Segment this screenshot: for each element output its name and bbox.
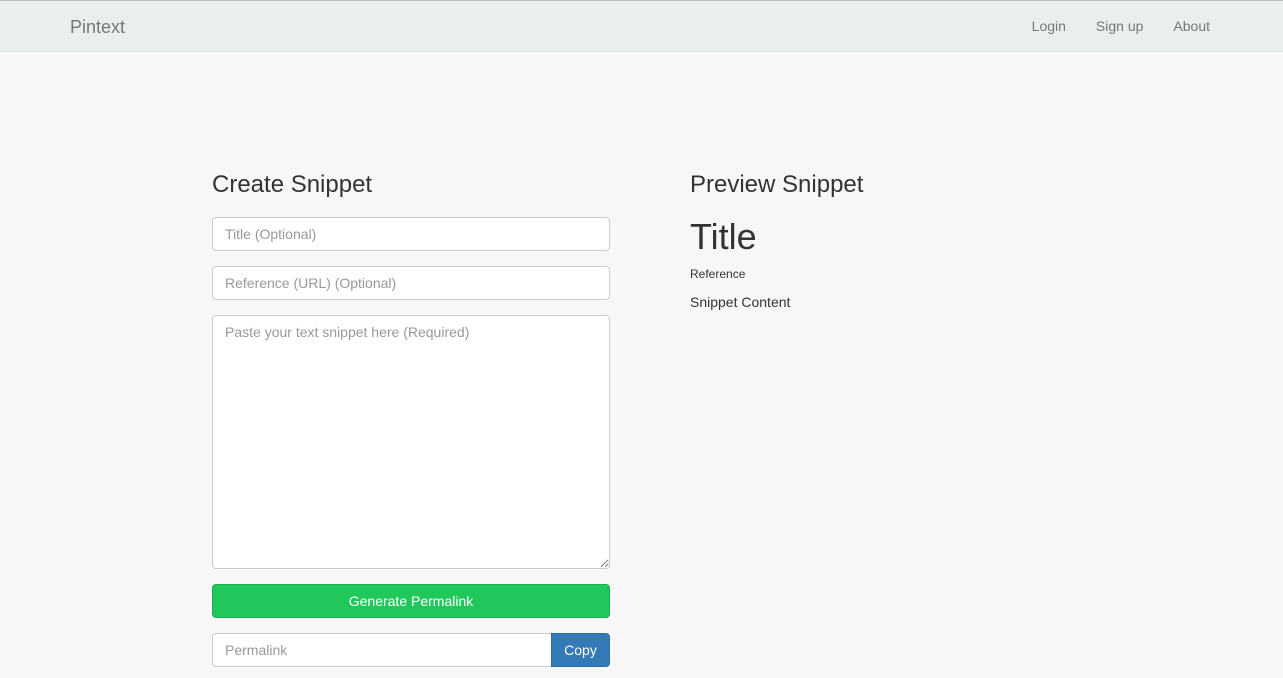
nav-signup-link[interactable]: Sign up	[1096, 18, 1143, 34]
permalink-group: Copy	[212, 633, 610, 667]
title-input[interactable]	[212, 217, 610, 251]
preview-title: Title	[690, 216, 757, 257]
nav-login-link[interactable]: Login	[1032, 18, 1066, 34]
preview-content: Snippet Content	[690, 294, 791, 310]
top-navbar: Pintext Login Sign up About	[0, 0, 1283, 52]
generate-permalink-button[interactable]: Generate Permalink	[212, 584, 610, 618]
preview-snippet-heading: Preview Snippet	[690, 171, 864, 198]
permalink-input[interactable]	[212, 633, 551, 667]
brand-link[interactable]: Pintext	[70, 17, 125, 38]
create-snippet-panel: Create Snippet Generate Permalink Copy	[212, 170, 610, 667]
snippet-content-textarea[interactable]	[212, 315, 610, 569]
reference-input[interactable]	[212, 266, 610, 300]
nav-links: Login Sign up About	[1032, 18, 1210, 34]
copy-button[interactable]: Copy	[551, 633, 610, 667]
preview-snippet-panel: Preview Snippet Title Reference Snippet …	[690, 170, 1090, 311]
preview-reference: Reference	[690, 267, 746, 281]
nav-about-link[interactable]: About	[1173, 18, 1210, 34]
create-snippet-heading: Create Snippet	[212, 171, 373, 198]
